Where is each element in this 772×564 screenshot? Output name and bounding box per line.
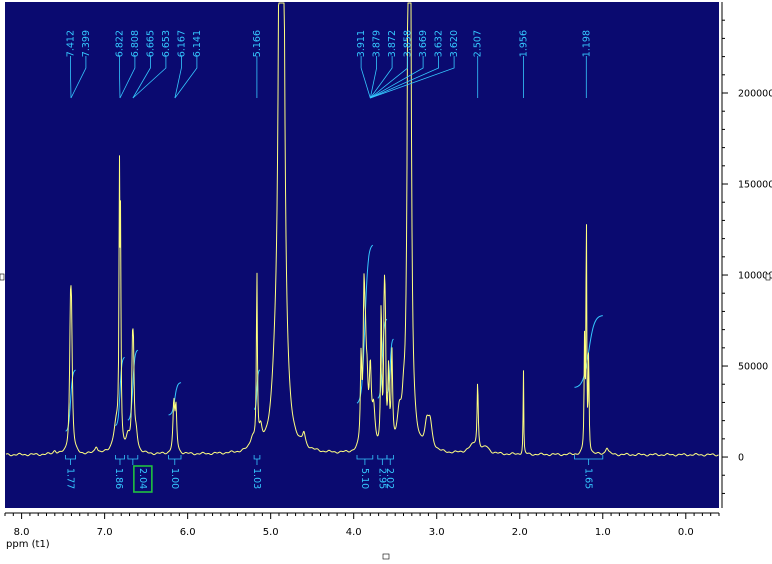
integral-value-label: 1.00 [169,468,180,489]
nmr-spectrum-view: 7.412 7.399 6.822 6.808 6.665 6.653 6.167 6.141… [0,0,772,560]
peak-label: 2.507 [473,30,484,57]
y-tick-label: 0 [738,453,744,464]
peak-label: 3.872 [387,30,398,57]
x-tick-label: 2.0 [512,527,528,538]
x-tick-label: 7.0 [97,527,113,538]
peak-label: 1.198 [581,30,592,57]
peak-label: 5.166 [252,30,263,57]
integral-value-label: 2.02 [384,468,395,489]
peak-label: 6.822 [114,30,125,57]
x-tick-label: 5.0 [263,527,279,538]
resize-handle-left[interactable] [0,273,5,281]
x-tick-label: 1.0 [595,527,611,538]
nmr-spectrum-chart: 7.412 7.399 6.822 6.808 6.665 6.653 6.167 6.141… [0,0,772,560]
resize-handle-bottom[interactable] [382,553,390,560]
x-tick-label: 3.0 [429,527,445,538]
peak-label: 6.665 [145,30,156,57]
resize-handle-right[interactable] [765,273,771,281]
x-tick-label: 8.0 [14,527,30,538]
peak-label: 7.412 [65,30,76,57]
peak-label: 6.167 [176,30,187,57]
peak-label: 1.956 [518,30,529,57]
peak-label: 6.808 [130,30,141,57]
integral-value-label: 2.04 [137,468,148,489]
peak-label: 3.669 [418,30,429,57]
y-tick-label: 150000 [738,180,772,191]
integral-value-label: 1.77 [65,468,76,489]
peak-label: 3.620 [449,30,460,57]
peak-label: 7.399 [81,30,92,57]
integral-value-label: 1.86 [113,468,124,489]
peak-label: 6.141 [192,30,203,57]
integral-value-label: 5.10 [359,468,370,489]
integral-value-label: 1.03 [251,468,262,489]
plot-area [5,2,719,508]
y-tick-label: 50000 [738,362,768,373]
y-tick-label: 200000 [738,89,772,100]
peak-label: 3.879 [372,30,383,57]
peak-label: 3.858 [403,30,414,57]
x-tick-label: 0.0 [678,527,694,538]
peak-label: 3.911 [356,30,367,57]
peak-label: 3.632 [434,30,445,57]
x-tick-label: 6.0 [180,527,196,538]
integral-value-label: 1.65 [583,468,594,489]
x-tick-label: 4.0 [346,527,362,538]
x-axis-label: ppm (t1) [6,539,50,550]
peak-label: 6.653 [161,30,172,57]
